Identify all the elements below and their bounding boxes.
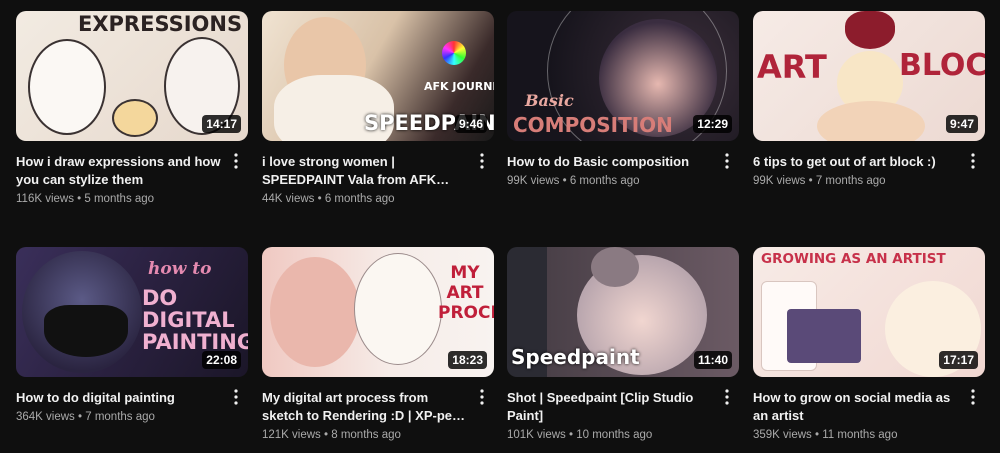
more-vert-icon <box>971 153 975 169</box>
video-thumbnail[interactable]: ART BLOCK 9:47 <box>753 11 985 141</box>
thumbnail-subtext: how to <box>148 259 212 279</box>
thumbnail-text: MY ART PROCESS <box>438 263 494 323</box>
video-duration: 22:08 <box>202 351 241 369</box>
thumbnail-text: Speedpaint <box>511 345 640 369</box>
more-vert-icon <box>234 153 238 169</box>
video-thumbnail[interactable]: MY ART PROCESS 18:23 <box>262 247 494 377</box>
thumbnail-subtext: AFK JOURNEY <box>424 80 494 93</box>
video-thumbnail[interactable]: EXPRESSIONS 14:17 <box>16 11 248 141</box>
video-card: ART BLOCK 9:47 6 tips to get out of art … <box>753 11 985 187</box>
view-count: 121K views <box>262 429 321 441</box>
video-card: MY ART PROCESS 18:23 My digital art proc… <box>262 247 494 441</box>
video-thumbnail[interactable]: GROWING AS AN ARTIST 17:17 <box>753 247 985 377</box>
thumbnail-text: DO DIGITAL PAINTING <box>142 286 248 354</box>
video-duration: 12:29 <box>693 115 732 133</box>
video-card: Speedpaint 11:40 Shot | Speedpaint [Clip… <box>507 247 739 441</box>
more-options-button[interactable] <box>715 153 739 177</box>
more-vert-icon <box>234 389 238 405</box>
more-options-button[interactable] <box>470 153 494 177</box>
video-stats: 99K views • 6 months ago <box>507 175 640 187</box>
more-options-button[interactable] <box>224 389 248 413</box>
video-title[interactable]: How to grow on social media as an artist <box>753 389 959 425</box>
thumbnail-text: GROWING AS AN ARTIST <box>761 251 946 267</box>
thumbnail-subtext: Basic <box>525 91 574 110</box>
upload-age: 11 months ago <box>822 429 898 441</box>
video-card: GROWING AS AN ARTIST 17:17 How to grow o… <box>753 247 985 441</box>
video-card: Basic COMPOSITION 12:29 How to do Basic … <box>507 11 739 187</box>
video-duration: 14:17 <box>202 115 241 133</box>
video-title[interactable]: How to do Basic composition <box>507 153 713 171</box>
video-grid: EXPRESSIONS 14:17 How i draw expressions… <box>0 0 1000 453</box>
more-options-button[interactable] <box>715 389 739 413</box>
thumbnail-subtext: BLOCK <box>899 48 985 83</box>
video-stats: 99K views • 7 months ago <box>753 175 886 187</box>
view-count: 364K views <box>16 411 75 423</box>
video-duration: 11:40 <box>693 351 732 369</box>
view-count: 99K views <box>507 175 560 187</box>
view-count: 116K views <box>16 193 74 205</box>
video-stats: 359K views • 11 months ago <box>753 429 898 441</box>
video-stats: 121K views • 8 months ago <box>262 429 401 441</box>
video-thumbnail[interactable]: how to DO DIGITAL PAINTING 22:08 <box>16 247 248 377</box>
upload-age: 6 months ago <box>324 193 395 205</box>
video-stats: 101K views • 10 months ago <box>507 429 653 441</box>
upload-age: 5 months ago <box>84 193 155 205</box>
view-count: 99K views <box>753 175 806 187</box>
video-card: how to DO DIGITAL PAINTING 22:08 How to … <box>16 247 248 423</box>
upload-age: 7 months ago <box>815 175 886 187</box>
video-duration: 9:47 <box>945 115 978 133</box>
more-vert-icon <box>480 389 484 405</box>
thumbnail-text: EXPRESSIONS <box>78 12 243 36</box>
video-thumbnail[interactable]: Basic COMPOSITION 12:29 <box>507 11 739 141</box>
upload-age: 10 months ago <box>576 429 653 441</box>
video-duration: 9:46 <box>454 115 487 133</box>
upload-age: 8 months ago <box>331 429 401 441</box>
video-duration: 17:17 <box>939 351 978 369</box>
more-vert-icon <box>725 389 729 405</box>
more-vert-icon <box>480 153 484 169</box>
more-options-button[interactable] <box>224 153 248 177</box>
video-title[interactable]: Shot | Speedpaint [Clip Studio Paint] <box>507 389 713 425</box>
video-stats: 116K views • 5 months ago <box>16 193 155 205</box>
upload-age: 7 months ago <box>85 411 155 423</box>
video-title[interactable]: My digital art process from sketch to Re… <box>262 389 468 425</box>
thumbnail-text: ART <box>757 48 827 86</box>
video-thumbnail[interactable]: AFK JOURNEY SPEEDPAINT 9:46 <box>262 11 494 141</box>
video-stats: 364K views • 7 months ago <box>16 411 155 423</box>
more-vert-icon <box>971 389 975 405</box>
video-stats: 44K views • 6 months ago <box>262 193 395 205</box>
thumbnail-text: COMPOSITION <box>513 113 673 137</box>
video-duration: 18:23 <box>448 351 487 369</box>
more-options-button[interactable] <box>961 389 985 413</box>
upload-age: 6 months ago <box>569 175 640 187</box>
video-card: EXPRESSIONS 14:17 How i draw expressions… <box>16 11 248 205</box>
more-options-button[interactable] <box>470 389 494 413</box>
video-title[interactable]: i love strong women | SPEEDPAINT Vala fr… <box>262 153 468 189</box>
view-count: 101K views <box>507 429 566 441</box>
view-count: 359K views <box>753 429 812 441</box>
video-title[interactable]: How to do digital painting <box>16 389 222 407</box>
video-title[interactable]: How i draw expressions and how you can s… <box>16 153 222 189</box>
video-card: AFK JOURNEY SPEEDPAINT 9:46 i love stron… <box>262 11 494 205</box>
video-thumbnail[interactable]: Speedpaint 11:40 <box>507 247 739 377</box>
more-options-button[interactable] <box>961 153 985 177</box>
view-count: 44K views <box>262 193 315 205</box>
video-title[interactable]: 6 tips to get out of art block :) <box>753 153 959 171</box>
more-vert-icon <box>725 153 729 169</box>
